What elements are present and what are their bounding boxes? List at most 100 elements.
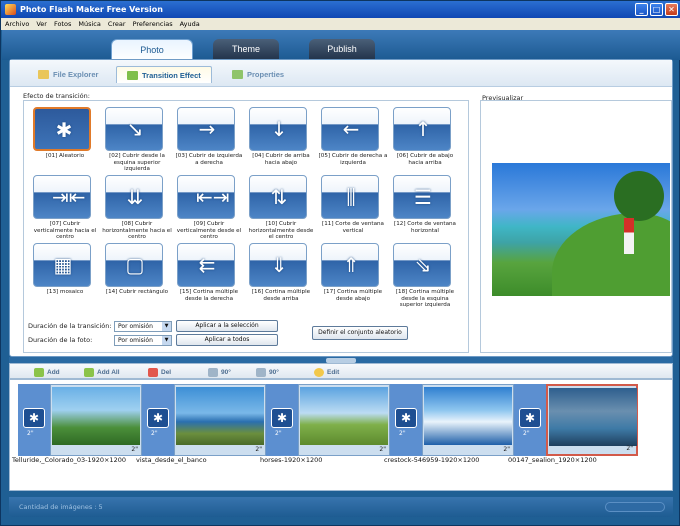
transition-arrow-icon: ⇘: [414, 253, 432, 277]
transition-label: [03] Cubrir de izquierda a derecha: [175, 153, 243, 166]
transition-duration: 2": [275, 430, 282, 437]
transition-duration-select[interactable]: Por omisión ▼: [114, 321, 172, 332]
status-text: Cantidad de imágenes : 5: [19, 503, 103, 511]
menu-ayuda[interactable]: Ayuda: [180, 20, 200, 28]
photo-image: [176, 387, 264, 445]
select-value: Por omisión: [118, 323, 153, 330]
transition-item[interactable]: ⇓ [16] Cortina múltiple desde arriba: [246, 241, 316, 309]
edit-label: Edit: [327, 368, 340, 376]
transition-arrow-icon: ⫼: [346, 185, 356, 209]
transition-arrow-icon: ↑: [414, 117, 432, 141]
menu-preferencias[interactable]: Preferencias: [133, 20, 173, 28]
transition-label: [15] Cortina múltiple desde la derecha: [179, 289, 239, 302]
transition-item[interactable]: ↓ [04] Cubrir de arriba hacia abajo: [246, 105, 316, 173]
minimize-button[interactable]: _: [635, 3, 648, 16]
rotate-left-button[interactable]: 90°: [208, 366, 231, 378]
menu-musica[interactable]: Música: [78, 20, 100, 28]
menu-ver[interactable]: Ver: [36, 20, 47, 28]
transition-item[interactable]: ⇘ [18] Cortina múltiple desde la esquina …: [390, 241, 460, 309]
transition-item[interactable]: ⫼ [11] Corte de ventana vertical: [318, 173, 388, 241]
transition-label: [14] Cubrir rectángulo: [105, 289, 169, 295]
transition-item[interactable]: ▢ [14] Cubrir rectángulo: [102, 241, 172, 309]
menu-fotos[interactable]: Fotos: [54, 20, 71, 28]
photo-thumbnail[interactable]: 2": [422, 384, 514, 456]
transition-item[interactable]: ⇤⇥ [09] Cubrir verticalmente desde el cen…: [174, 173, 244, 241]
edit-icon: [314, 367, 324, 377]
photo-image: [52, 387, 140, 445]
transition-item[interactable]: ☰ [12] Corte de ventana horizontal: [390, 173, 460, 241]
photo-transition-slot[interactable]: ✱ 2": [514, 384, 546, 456]
transition-thumbnail: ↑: [393, 107, 451, 151]
transition-arrow-icon: ↓: [270, 117, 288, 141]
random-set-button[interactable]: Definir el conjunto aleatorio: [312, 326, 408, 340]
transition-thumbnail: ✱: [33, 107, 91, 151]
rotate-right-button[interactable]: 90°: [256, 366, 279, 378]
photo-thumbnail[interactable]: 2": [546, 384, 638, 456]
transition-label: [10] Cubrir horizontalmente desde el cen…: [248, 221, 314, 240]
photo-filename: horses-1920×1200: [260, 456, 323, 464]
photo-duration-select[interactable]: Por omisión ▼: [114, 335, 172, 346]
photo-item[interactable]: ✱ 2" 2": [18, 384, 142, 456]
transition-item[interactable]: ▦ [13] mosaico: [30, 241, 100, 309]
photo-duration: 2": [626, 445, 633, 452]
transition-label: [05] Cubrir de derecha a izquierda: [318, 153, 388, 166]
transition-arrow-icon: ⇤⇥: [196, 185, 230, 209]
sub-tab-bar: File Explorer Transition Effect Properti…: [10, 60, 672, 87]
photo-transition-slot[interactable]: ✱ 2": [390, 384, 422, 456]
tab-theme[interactable]: Theme: [213, 39, 279, 59]
edit-button[interactable]: Edit: [314, 366, 339, 378]
transition-duration: 2": [151, 430, 158, 437]
transition-item[interactable]: ← [05] Cubrir de derecha a izquierda: [318, 105, 388, 173]
photo-item[interactable]: ✱ 2" 2": [514, 384, 638, 456]
tab-publish[interactable]: Publish: [309, 39, 375, 59]
transition-thumbnail: ⇇: [177, 243, 235, 287]
folder-icon: [38, 70, 49, 79]
add-all-icon: [84, 367, 94, 377]
transition-arrow-icon: ⇇: [198, 253, 216, 277]
subtab-properties[interactable]: Properties: [222, 66, 294, 83]
subtab-transition-effect[interactable]: Transition Effect: [116, 66, 212, 83]
transition-item[interactable]: ⇇ [15] Cortina múltiple desde la derecha: [174, 241, 244, 309]
transition-icon: ✱: [519, 408, 541, 428]
photo-item[interactable]: ✱ 2" 2": [142, 384, 266, 456]
transition-item[interactable]: ↑ [06] Cubrir de abajo hacia arriba: [390, 105, 460, 173]
photo-transition-slot[interactable]: ✱ 2": [18, 384, 50, 456]
subtab-file-explorer[interactable]: File Explorer: [28, 66, 108, 83]
apply-all-button[interactable]: Aplicar a todos: [176, 334, 278, 346]
transition-item[interactable]: ⇅ [10] Cubrir horizontalmente desde el ce…: [246, 173, 316, 241]
add-all-label: Add All: [97, 368, 120, 376]
delete-button[interactable]: Del: [148, 366, 171, 378]
photo-transition-slot[interactable]: ✱ 2": [266, 384, 298, 456]
transition-item[interactable]: → [03] Cubrir de izquierda a derecha: [174, 105, 244, 173]
transition-item[interactable]: ⇥⇤ [07] Cubrir verticalmente hacia el cen…: [30, 173, 100, 241]
maximize-button[interactable]: □: [650, 3, 663, 16]
transition-thumbnail: ←: [321, 107, 379, 151]
photo-item[interactable]: ✱ 2" 2": [266, 384, 390, 456]
status-bar: Cantidad de imágenes : 5: [9, 497, 673, 517]
close-button[interactable]: ✕: [665, 3, 678, 16]
transition-thumbnail: ☰: [393, 175, 451, 219]
photo-thumbnail[interactable]: 2": [174, 384, 266, 456]
add-all-button[interactable]: Add All: [84, 366, 120, 378]
transition-arrow-icon: ⇥⇤: [52, 185, 86, 209]
transition-item[interactable]: ✱ [01] Aleatorio: [30, 105, 100, 173]
transition-arrow-icon: ✱: [55, 118, 73, 142]
photo-duration: 2": [131, 446, 138, 453]
subtab-label: File Explorer: [53, 70, 99, 79]
menu-archivo[interactable]: Archivo: [5, 20, 29, 28]
add-button[interactable]: Add: [34, 366, 60, 378]
photo-transition-slot[interactable]: ✱ 2": [142, 384, 174, 456]
subtab-label: Transition Effect: [142, 70, 201, 80]
transition-item[interactable]: ⇑ [17] Cortina múltiple desde abajo: [318, 241, 388, 309]
apply-selection-button[interactable]: Aplicar a la selección: [176, 320, 278, 332]
photo-thumbnail[interactable]: 2": [298, 384, 390, 456]
photo-item[interactable]: ✱ 2" 2": [390, 384, 514, 456]
transition-item[interactable]: ↘ [02] Cubrir desde la esquina superior i…: [102, 105, 172, 173]
tab-photo[interactable]: Photo: [111, 39, 193, 61]
menu-crear[interactable]: Crear: [108, 20, 126, 28]
rotate-right-label: 90°: [269, 368, 279, 376]
transition-item[interactable]: ⇊ [08] Cubrir horizontalmente hacia el ce…: [102, 173, 172, 241]
photo-thumbnail[interactable]: 2": [50, 384, 142, 456]
transition-arrow-icon: ▦: [53, 253, 73, 277]
preview-image: [492, 163, 670, 296]
